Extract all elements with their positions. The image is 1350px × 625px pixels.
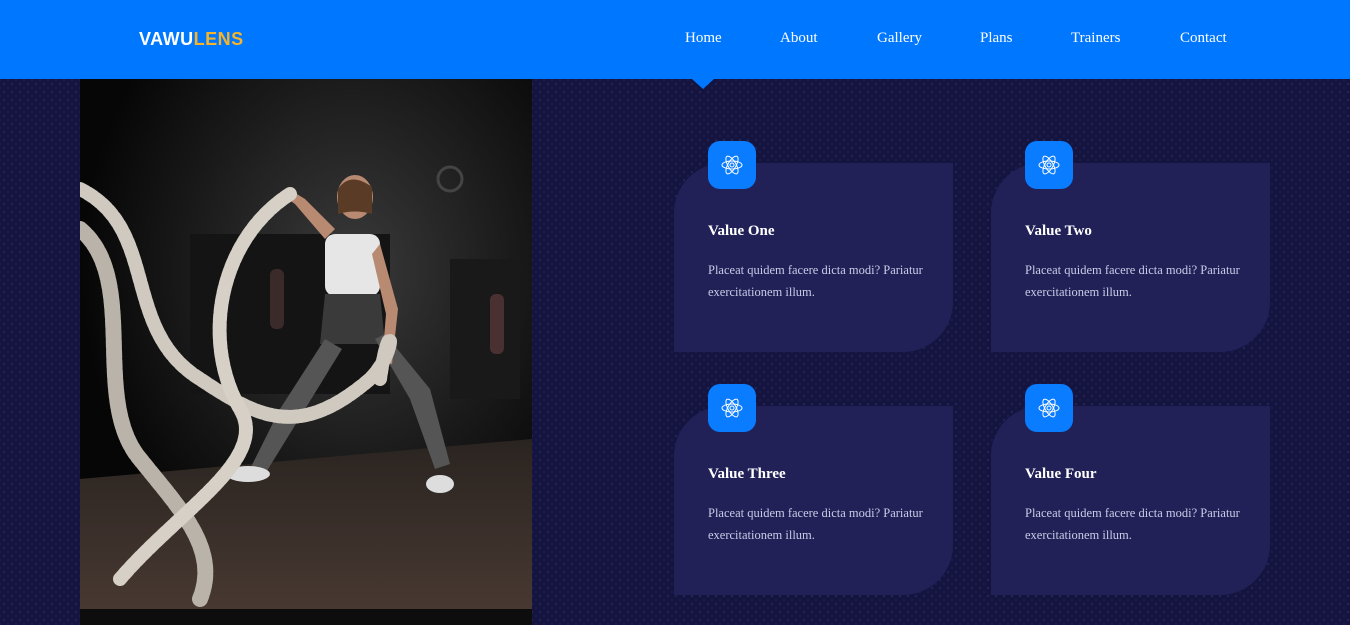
battle-ropes-athlete-photo — [80, 79, 532, 625]
value-card-text: Placeat quidem facere dicta modi? Pariat… — [1025, 263, 1240, 299]
value-card-text: Placeat quidem facere dicta modi? Pariat… — [708, 506, 923, 542]
atom-icon — [1025, 384, 1073, 432]
value-card-four: Value Four Placeat quidem facere dicta m… — [991, 384, 1270, 595]
site-header: VAWULENS Home About Gallery Plans Traine… — [0, 0, 1350, 79]
nav-plans-link[interactable]: Plans — [980, 30, 1013, 47]
nav-contact-link[interactable]: Contact — [1180, 30, 1227, 47]
value-card-three: Value Three Placeat quidem facere dicta … — [674, 384, 953, 595]
value-card-text: Placeat quidem facere dicta modi? Pariat… — [708, 263, 923, 299]
nav-about-link[interactable]: About — [780, 30, 818, 47]
nav-home-link[interactable]: Home — [685, 30, 722, 47]
nav-gallery-link[interactable]: Gallery — [877, 30, 922, 47]
main-nav: Home About Gallery Plans Trainers Contac… — [0, 30, 1350, 50]
value-card-title: Value Two — [1025, 223, 1092, 239]
atom-icon — [708, 384, 756, 432]
value-card-title: Value Three — [708, 466, 786, 482]
value-card-title: Value One — [708, 223, 775, 239]
atom-icon — [1025, 141, 1073, 189]
nav-trainers-link[interactable]: Trainers — [1071, 30, 1120, 47]
value-card-two: Value Two Placeat quidem facere dicta mo… — [991, 141, 1270, 352]
value-card-title: Value Four — [1025, 466, 1097, 482]
value-card-one: Value One Placeat quidem facere dicta mo… — [674, 141, 953, 352]
value-card-text: Placeat quidem facere dicta modi? Pariat… — [1025, 506, 1240, 542]
hero-photo — [80, 79, 532, 625]
active-nav-indicator — [692, 79, 714, 89]
atom-icon — [708, 141, 756, 189]
